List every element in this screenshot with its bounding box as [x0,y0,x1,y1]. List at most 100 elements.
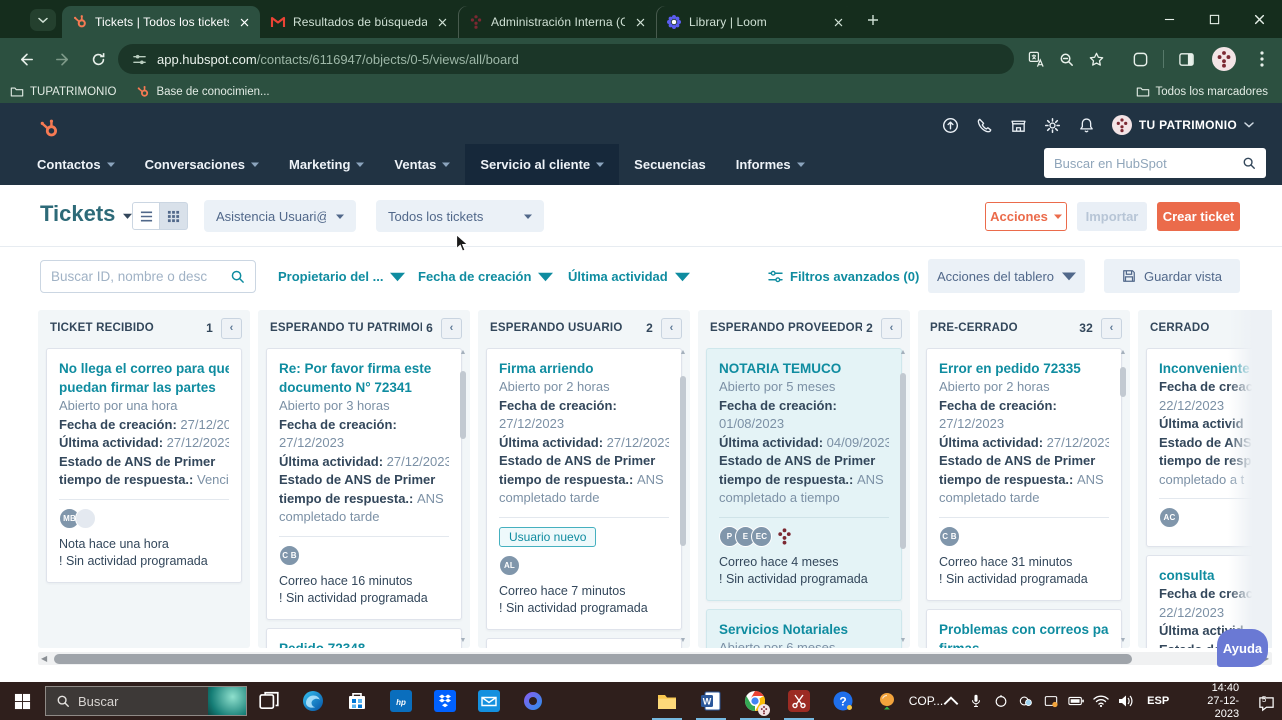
hubspot-search-input[interactable] [1054,155,1242,171]
filter-created-date[interactable]: Fecha de creación [418,269,554,284]
ticket-search-input[interactable] [51,269,230,284]
start-button[interactable] [0,682,45,720]
tab-close-button[interactable] [434,14,450,30]
taskbar-mail-button[interactable] [467,682,511,720]
page-title[interactable]: Tickets [40,201,133,227]
taskbar-file-explorer-button[interactable] [645,682,689,720]
scroll-down-arrow[interactable]: ▼ [1118,636,1128,645]
taskbar-snipping-button[interactable] [777,682,821,720]
scrollbar-thumb[interactable] [54,653,1132,664]
import-button[interactable]: Importar [1077,202,1147,231]
bookmark-button[interactable] [1082,45,1110,73]
nav-item-contactos[interactable]: Contactos [22,144,130,185]
nav-item-marketing[interactable]: Marketing [274,144,379,185]
ticket-card[interactable]: No llega el correo para que puedan firmar… [46,348,242,583]
network-icon[interactable] [1018,694,1034,708]
translate-button[interactable] [1022,45,1050,73]
scroll-down-arrow[interactable]: ▼ [458,636,468,645]
ticket-card-title-line[interactable]: Firma arriendo [499,359,669,378]
taskbar-clock[interactable]: 14:40 27-12-2023 [1182,682,1245,720]
scroll-up-arrow[interactable]: ▲ [1118,348,1128,357]
browser-tab-administraci-n-interna-gte-op[interactable]: Administración Interna (Gte Op [458,6,656,38]
column-scrollbar[interactable]: ▲ ▼ [1118,348,1128,645]
maximize-button[interactable] [1192,0,1237,38]
taskbar-help-button[interactable]: ? [821,682,865,720]
taskbar-loop-button[interactable] [511,682,555,720]
nav-item-secuencias[interactable]: Secuencias [619,144,721,185]
view-select[interactable]: Todos los tickets [376,200,544,232]
ticket-card[interactable]: Re: Firmas pendientes -Pedido N° 71909 [486,637,682,648]
tab-close-button[interactable] [632,14,648,30]
list-view-button[interactable] [132,202,160,230]
chevron-up-icon[interactable] [943,694,959,708]
wifi-icon[interactable] [1093,694,1109,708]
ticket-card[interactable]: Error en pedido 72335 Abierto por 2 horas… [926,348,1122,601]
zoom-button[interactable] [1052,45,1080,73]
hubspot-logo-icon[interactable] [38,118,60,140]
board-view-button[interactable] [160,202,188,230]
filter-last-activity[interactable]: Última actividad [568,269,690,284]
ticket-card-title-line[interactable]: Servicios Notariales [719,620,889,639]
close-button[interactable] [1237,0,1282,38]
nav-item-servicio-al-cliente[interactable]: Servicio al cliente [465,144,620,185]
browser-tab-library-loom[interactable]: Library | Loom [656,6,854,38]
ticket-card[interactable]: Re: Por favor firma este documento N° 723… [266,348,462,620]
ticket-search[interactable] [40,260,256,293]
column-collapse-button[interactable]: ‹ [661,317,682,339]
scroll-up-arrow[interactable]: ▲ [678,348,688,357]
column-scrollbar[interactable]: ▲ ▼ [458,348,468,645]
profile-button[interactable] [1210,45,1238,73]
forward-button[interactable] [48,45,76,73]
minimize-button[interactable] [1147,0,1192,38]
onedrive-icon[interactable] [993,694,1009,708]
avatar[interactable]: C B [939,525,960,547]
ticket-card[interactable]: Inconveniente Fecha de creac 22/12/2023 Últ… [1146,348,1272,547]
taskbar-word-button[interactable]: W [689,682,733,720]
upgrade-icon[interactable] [942,117,959,134]
column-scrollbar[interactable]: ▲ ▼ [898,348,908,645]
microphone-icon[interactable] [968,694,984,708]
scroll-up-arrow[interactable]: ▲ [458,348,468,357]
all-bookmarks-folder[interactable]: Todos los marcadores [1136,85,1268,99]
taskbar-search[interactable] [44,686,247,716]
ticket-card-title-line[interactable]: Pedido 72348 [279,639,449,649]
help-button[interactable]: Ayuda [1217,629,1268,667]
scroll-left-arrow[interactable]: ◀ [41,654,47,663]
tab-close-button[interactable] [236,14,252,30]
column-scrollbar[interactable]: ▲ ▼ [678,348,688,645]
hubspot-search[interactable] [1044,148,1266,178]
settings-icon[interactable] [1044,117,1061,134]
advanced-filters-link[interactable]: Filtros avanzados (0) [768,269,919,284]
nav-item-conversaciones[interactable]: Conversaciones [130,144,274,185]
nav-item-informes[interactable]: Informes [721,144,820,185]
ticket-card[interactable]: Problemas con correos parafirmasAbierto … [926,608,1122,648]
taskbar-app-label[interactable]: COP... [909,694,943,708]
ticket-card-title-line[interactable]: puedan firmar las partes [59,378,229,397]
scroll-up-arrow[interactable]: ▲ [898,348,908,357]
scrollbar-thumb[interactable] [1120,367,1126,397]
horizontal-scrollbar[interactable]: ◀ ▶ [38,652,1272,665]
browser-menu-button[interactable] [1248,45,1276,73]
column-collapse-button[interactable]: ‹ [881,317,902,339]
column-collapse-button[interactable]: ‹ [221,317,242,339]
ticket-card-title-line[interactable]: Inconveniente [1159,359,1272,378]
ticket-card[interactable]: Servicios NotarialesAbierto por 6 mesesF… [706,608,902,648]
scrollbar-thumb[interactable] [460,371,466,439]
column-collapse-button[interactable]: ‹ [441,317,462,339]
avatar[interactable]: EC [751,525,772,547]
ticket-card[interactable]: Firma arriendo Abierto por 2 horas Fecha d… [486,348,682,630]
taskbar-edge-button[interactable] [291,682,335,720]
ticket-card-title-line[interactable]: documento N° 72341 [279,378,449,397]
new-tab-button[interactable] [860,7,886,33]
side-panel-button[interactable] [1172,45,1200,73]
language-indicator[interactable]: ESP [1143,695,1173,707]
browser-tab-resultados-de-b-squeda-sopo[interactable]: Resultados de búsqueda - sopo [260,6,458,38]
scroll-down-arrow[interactable]: ▼ [678,636,688,645]
taskbar-my-hp-button[interactable]: hp [379,682,423,720]
phone-icon[interactable] [976,117,993,134]
scroll-down-arrow[interactable]: ▼ [898,636,908,645]
tab-close-button[interactable] [830,14,846,30]
tab-search-button[interactable] [30,9,56,31]
create-ticket-button[interactable]: Crear ticket [1157,202,1240,231]
browser-tab-tickets-todos-los-tickets[interactable]: Tickets | Todos los tickets [62,6,260,38]
